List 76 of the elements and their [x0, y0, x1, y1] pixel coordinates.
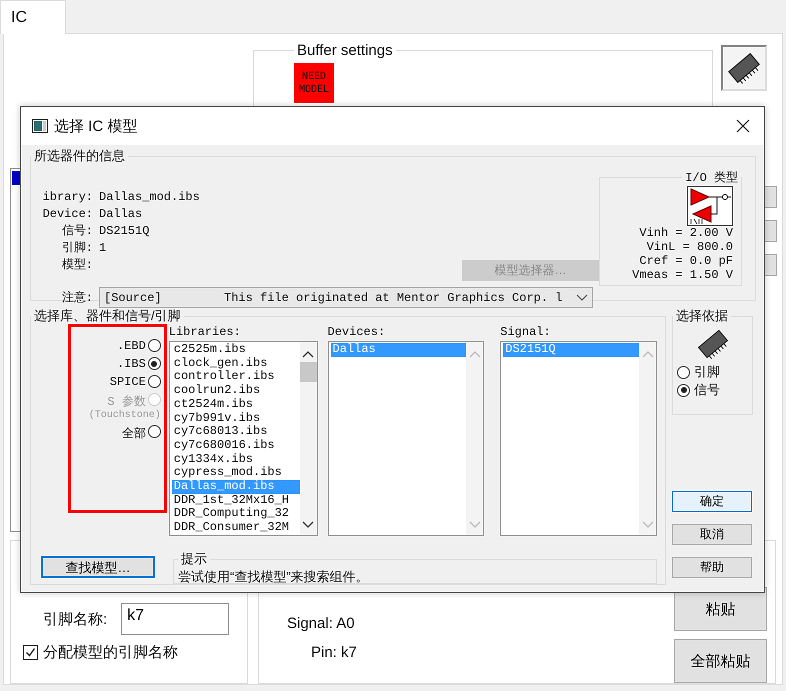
find-model-button[interactable]: 查找模型…: [41, 556, 155, 578]
dialog-title: 选择 IC 模型: [54, 116, 138, 136]
radio-label: 引脚: [694, 363, 720, 381]
group-title: 提示: [180, 550, 208, 568]
list-item[interactable]: cy7c68013.ibs: [172, 425, 300, 439]
list-item[interactable]: DDR_Computing_32: [172, 507, 300, 522]
dialog-button[interactable]: 确定: [672, 491, 752, 512]
radio-button[interactable]: [677, 366, 690, 378]
group-title: 选择库、器件和信号/引脚: [33, 307, 182, 325]
radio-label: .IBS: [116, 357, 146, 371]
field-value: Dallas: [99, 206, 142, 223]
dialog-button[interactable]: 取消: [672, 524, 752, 545]
window-icon: [32, 119, 48, 133]
scrollbar-thumb[interactable]: [300, 362, 317, 382]
radio-button[interactable]: [148, 339, 161, 352]
io-buffer-icon: [687, 186, 733, 226]
group-title: 选择依据: [675, 307, 729, 325]
field-label: 信号:: [60, 223, 93, 240]
chevron-down-icon: [576, 294, 588, 302]
chevron-down-icon[interactable]: [302, 521, 314, 529]
paste-button[interactable]: 全部粘贴: [674, 639, 767, 683]
dialog-button[interactable]: 帮助: [672, 557, 752, 578]
field-label: ibrary:: [42, 189, 93, 206]
list-box[interactable]: c2525m.ibs clock_gen.ibs controller.ibs coolrun2.ibs ct2524m.ibs cy7b991v.ibs cy7c68013.ibs cy7c680016.ibs cy1334x.ibs cypress_mod.ibs Dallas_mod.ibs DDR_1st_32Mx16_H DDR_Computing_32 DDR_Consumer_32M: [168, 341, 318, 536]
group-title: Buffer settings: [296, 42, 394, 59]
list-item[interactable]: ct2524m.ibs: [172, 398, 300, 412]
list-item[interactable]: controller.ibs: [172, 370, 300, 384]
io-reading: Vmeas = 1.50 V: [631, 268, 733, 282]
list-item[interactable]: cypress_mod.ibs: [172, 466, 300, 480]
list-item[interactable]: DDR_Consumer_32M: [172, 521, 300, 535]
list-item[interactable]: c2525m.ibs: [172, 343, 300, 357]
list-title: Signal:: [500, 325, 552, 341]
tab[interactable]: IC: [0, 0, 66, 34]
checkbox[interactable]: [23, 645, 38, 660]
list-title: Libraries:: [168, 325, 242, 341]
field-value: 1: [99, 240, 106, 257]
field-label: 模型:: [60, 257, 93, 274]
radio-button[interactable]: [148, 425, 161, 438]
list-title: Devices:: [328, 325, 386, 341]
field-value: Dallas_mod.ibs: [99, 189, 200, 206]
close-icon[interactable]: [736, 119, 750, 133]
radio-label: SPICE: [110, 375, 146, 389]
chevron-up-icon[interactable]: [302, 350, 314, 358]
pin-name-field[interactable]: k7: [121, 603, 230, 635]
checkbox-label: 分配模型的引脚名称: [43, 643, 178, 662]
field-value: DS2151Q: [99, 223, 150, 240]
ic-chip-button[interactable]: [721, 45, 767, 91]
list-item[interactable]: cy7c680016.ibs: [172, 438, 300, 453]
radio-button[interactable]: [148, 375, 161, 388]
radio-button[interactable]: [677, 384, 690, 396]
radio-sublabel: (Touchstone): [88, 410, 161, 421]
note-dropdown[interactable]: [Source] This file originated at Mentor Graphics Corp. l: [99, 287, 593, 308]
list-item[interactable]: cy7b991v.ibs: [172, 412, 300, 426]
group-title: 所选器件的信息: [33, 147, 126, 165]
detail-text: Pin: k7: [310, 644, 357, 661]
list-item[interactable]: cy1334x.ibs: [172, 452, 300, 466]
radio-label: .EBD: [116, 339, 146, 353]
need-model-badge: NEED MODEL: [294, 63, 334, 103]
pin-name-label: 引脚名称:: [43, 610, 108, 628]
radio-label: S 参数: [107, 394, 146, 410]
hint-text: 尝试使用“查找模型”来搜索组件。: [178, 568, 370, 586]
io-reading: Vinh = 2.00 V: [638, 226, 733, 240]
field-label: 引脚:: [60, 240, 93, 257]
list-item[interactable]: clock_gen.ibs: [172, 356, 300, 370]
list-item[interactable]: coolrun2.ibs: [172, 384, 300, 398]
group-title: I/O 类型: [684, 170, 739, 186]
scrollbar[interactable]: [300, 342, 317, 535]
note-label: 注意:: [60, 290, 93, 306]
list-item[interactable]: DDR_1st_32Mx16_H: [172, 494, 300, 508]
radio-button[interactable]: [148, 357, 161, 370]
io-reading: VinL = 800.0: [646, 240, 733, 254]
field-label: Device:: [42, 206, 93, 223]
detail-text: Signal: A0: [287, 615, 356, 632]
radio-label: 信号: [694, 381, 720, 399]
io-reading: Cref = 0.0 pF: [638, 254, 733, 268]
radio-label: 全部: [122, 426, 146, 442]
